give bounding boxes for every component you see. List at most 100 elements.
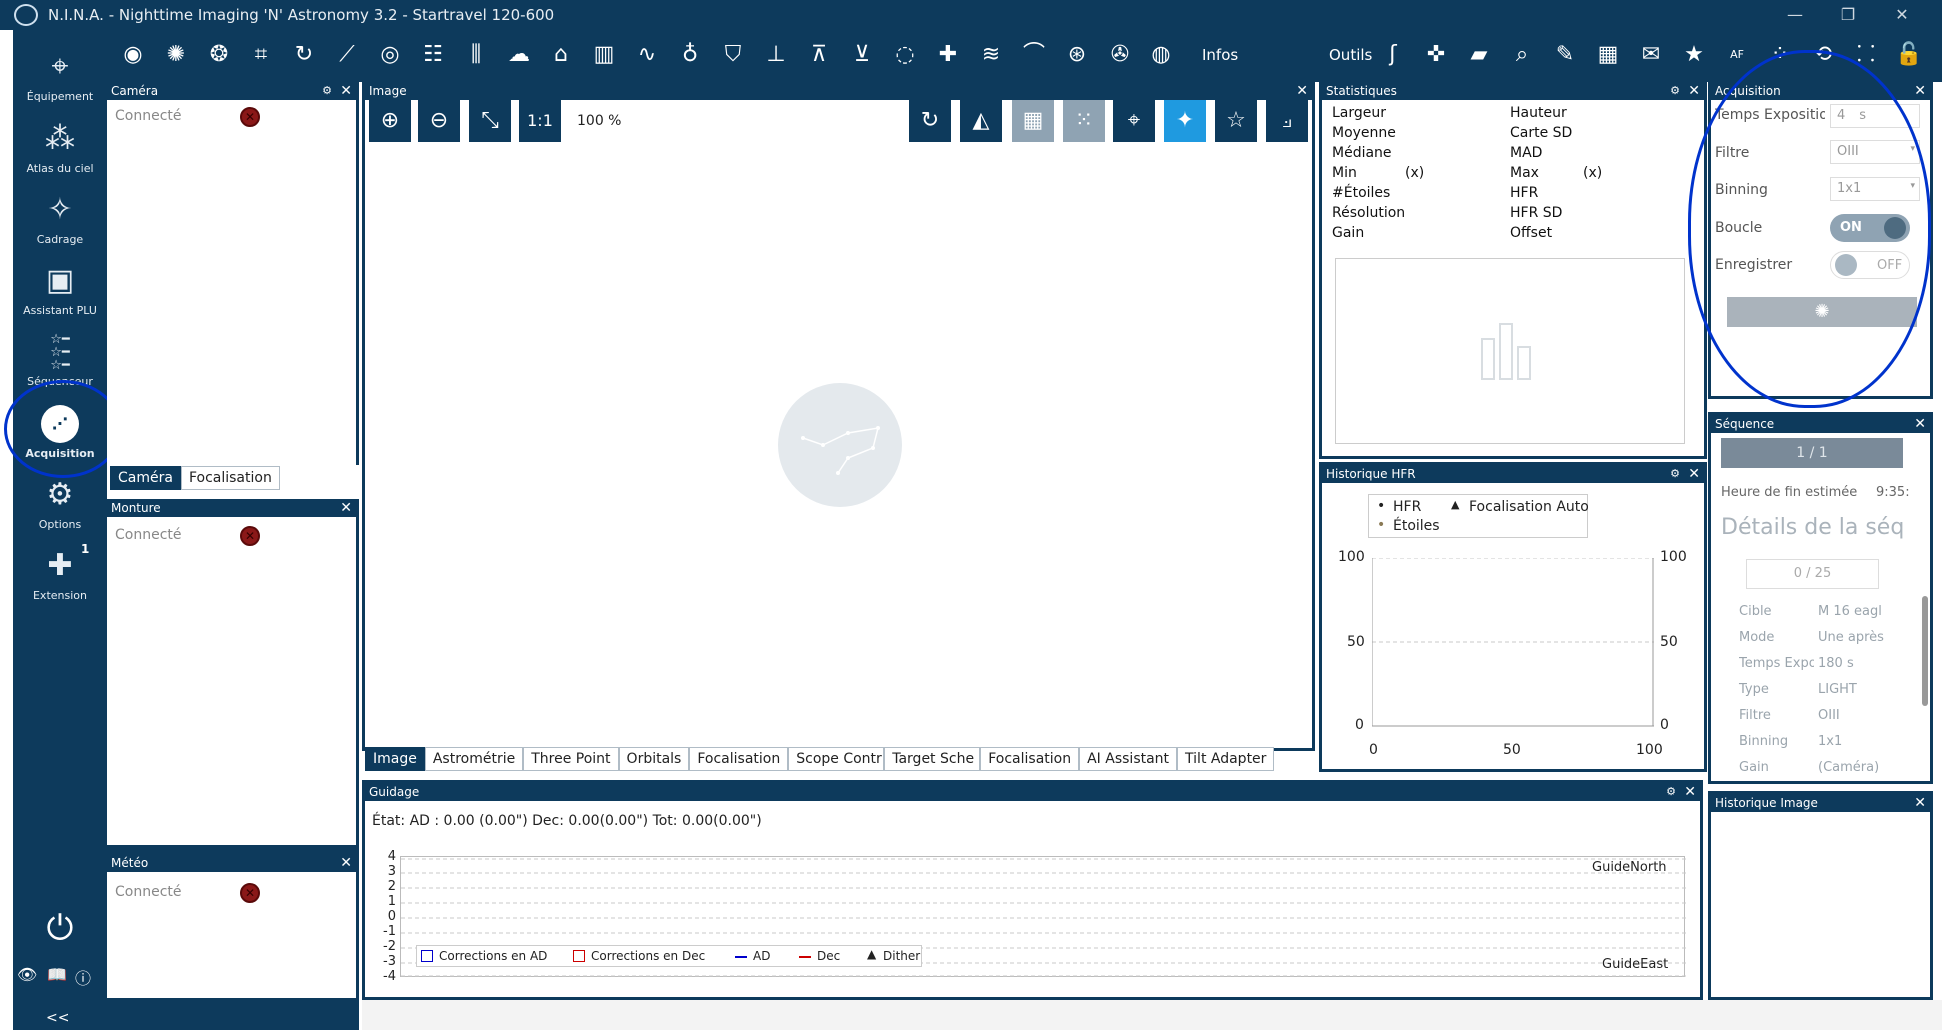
app-logo-icon [14,4,38,26]
sliders-icon[interactable]: ⫼ [460,39,492,71]
magnifier-icon[interactable]: ⌕ [1506,39,1538,71]
minimize-button[interactable]: — [1775,2,1815,28]
infos-label[interactable]: Infos [1202,46,1238,64]
tab-focus-2[interactable]: Focalisation [980,747,1080,771]
settings-icon[interactable]: ⚙ [1670,82,1680,100]
lock-icon[interactable]: 🔓 [1893,39,1925,71]
disconnected-icon[interactable]: ✕ [240,883,260,903]
guide-legend: Corrections en AD Corrections en Dec AD … [416,945,922,967]
dome-icon[interactable]: ⌂ [545,39,577,71]
fit-button[interactable]: ⤡ [469,100,511,142]
sidebar-item-extension[interactable]: ✚ Extension [13,547,107,602]
filterwheel-icon[interactable]: ❂ [203,39,235,71]
info-target-icon[interactable]: ◍ [1145,39,1177,71]
disconnected-icon[interactable]: ✕ [240,107,260,127]
sidebar-item-framing[interactable]: ✧ Cadrage [13,191,107,246]
sidebar-item-skyatlas[interactable]: ⁂ Atlas du ciel [13,120,107,175]
power-icon[interactable]: ⏻ [40,908,80,948]
settings-icon[interactable]: ⚙ [322,82,332,100]
camera-tool-icon[interactable]: ◉ [117,39,149,71]
close-icon[interactable]: ✕ [340,499,352,517]
bulb-icon[interactable]: ♁ [674,39,706,71]
tab-ai-assistant[interactable]: AI Assistant [1079,747,1178,771]
calculator-icon[interactable]: ▦ [1592,39,1624,71]
seq-field-value: M 16 eagl [1818,604,1882,619]
close-window-button[interactable]: ✕ [1882,2,1922,28]
zoom-in-button[interactable]: ⊕ [369,100,411,142]
crosshair-button[interactable]: ⌖ [1113,100,1155,142]
polar-icon[interactable]: ⊛ [1061,39,1093,71]
zoom-out-button[interactable]: ⊖ [418,100,460,142]
one-to-one-button[interactable]: 1:1 [519,100,561,142]
collapse-sidebar-button[interactable]: << [46,1010,69,1026]
close-icon[interactable]: ✕ [1296,82,1308,100]
close-icon[interactable]: ✕ [1688,465,1700,483]
star-tool-icon[interactable]: ★ [1678,39,1710,71]
tab-image[interactable]: Image [365,747,425,771]
flip-button[interactable]: ◭ [960,100,1002,142]
rotator-icon[interactable]: ↻ [288,39,320,71]
eye-icon[interactable]: 👁 [17,965,37,984]
info-icon[interactable]: ⓘ [75,965,91,989]
disconnected-icon[interactable]: ✕ [240,526,260,546]
close-icon[interactable]: ✕ [1914,794,1926,812]
shutter-icon[interactable]: ✺ [160,39,192,71]
tab-focus[interactable]: Focalisation [689,747,789,771]
book-icon[interactable]: 📖 [47,965,67,984]
outils-label[interactable]: Outils [1329,46,1372,64]
orbit-icon[interactable]: ◌ [889,39,921,71]
focuser-icon[interactable]: ⌗ [245,39,277,71]
shield-icon[interactable]: ⛉ [717,39,749,71]
sidebar-item-flatwizard[interactable]: ▣ Assistant PLU [13,262,107,317]
chat-icon[interactable]: ✉ [1635,39,1667,71]
bahtinov-button[interactable]: ⟓ [1266,100,1308,142]
autostretch-button[interactable]: ✦ [1164,100,1206,142]
close-icon[interactable]: ✕ [1914,415,1926,433]
close-icon[interactable]: ✕ [1684,783,1696,801]
settings-icon[interactable]: ⚙ [1666,783,1676,801]
tab-scope-control[interactable]: Scope Contr [788,747,885,771]
tab-camera[interactable]: Caméra [110,466,181,490]
crosshair-plus-icon[interactable]: ✜ [1420,39,1452,71]
tab-orbitals[interactable]: Orbitals [618,747,690,771]
sidebar-item-options[interactable]: ⚙ Options [13,476,107,531]
sequence-scrollbar[interactable] [1922,596,1928,706]
layers-icon[interactable]: ≋ [975,39,1007,71]
maximize-button[interactable]: ❐ [1828,2,1868,28]
tab-three-point[interactable]: Three Point [523,747,619,771]
pier-icon[interactable]: ⊻ [846,39,878,71]
weather-icon[interactable]: ☁ [503,39,535,71]
tab-platesolve[interactable]: Astrométrie [424,747,524,771]
tab-focus[interactable]: Focalisation [180,466,280,490]
flat-panel-icon[interactable]: ⊥ [760,39,792,71]
close-icon[interactable]: ✕ [1688,82,1700,100]
bar-chart-icon[interactable]: ▥ [588,39,620,71]
guider-icon[interactable]: ◎ [374,39,406,71]
close-icon[interactable]: ✕ [340,854,352,872]
eraser-icon[interactable]: ▰ [1463,39,1495,71]
close-icon[interactable]: ✕ [1914,82,1926,100]
stars-overlay-button[interactable]: ⁙ [1063,100,1105,142]
detect-stars-button[interactable]: ☆ [1215,100,1257,142]
horizon-icon[interactable]: ⌒ [1018,39,1050,71]
rotate-button[interactable]: ↻ [909,100,951,142]
toolbar: ◉ ✺ ❂ ⌗ ↻ ⟋ ◎ ☷ ⫼ ☁ ⌂ ▥ ∿ ♁ ⛉ ⊥ ⊼ ⊻ ◌ ✚ … [107,30,1942,82]
tab-target-scheduler[interactable]: Target Sche [884,747,981,771]
sidebar-item-equipment[interactable]: ⌖ Équipement [13,48,107,103]
pen-icon[interactable]: ✎ [1549,39,1581,71]
panel-title: Monture [111,501,161,515]
guide-tool-icon[interactable]: ʃ [1377,39,1409,71]
tab-tilt-adapter[interactable]: Tilt Adapter [1177,747,1275,771]
close-icon[interactable]: ✕ [340,82,352,100]
hfr-legend: • HFR ▲ Focalisation Auto • Étoiles [1368,494,1589,538]
plugin-icon[interactable]: ✚ [932,39,964,71]
switch-icon[interactable]: ☷ [417,39,449,71]
statistics-panel-header: Statistiques ⚙ ✕ [1322,82,1704,100]
telescope-tool-icon[interactable]: ⟋ [331,39,363,71]
grid-button[interactable]: ▦ [1012,100,1054,142]
wave-icon[interactable]: ∿ [631,39,663,71]
mount-icon[interactable]: ⊼ [803,39,835,71]
settings-icon[interactable]: ⚙ [1670,465,1680,483]
reel-icon[interactable]: ✇ [1104,39,1136,71]
autofocus-icon[interactable]: AF [1721,39,1753,71]
